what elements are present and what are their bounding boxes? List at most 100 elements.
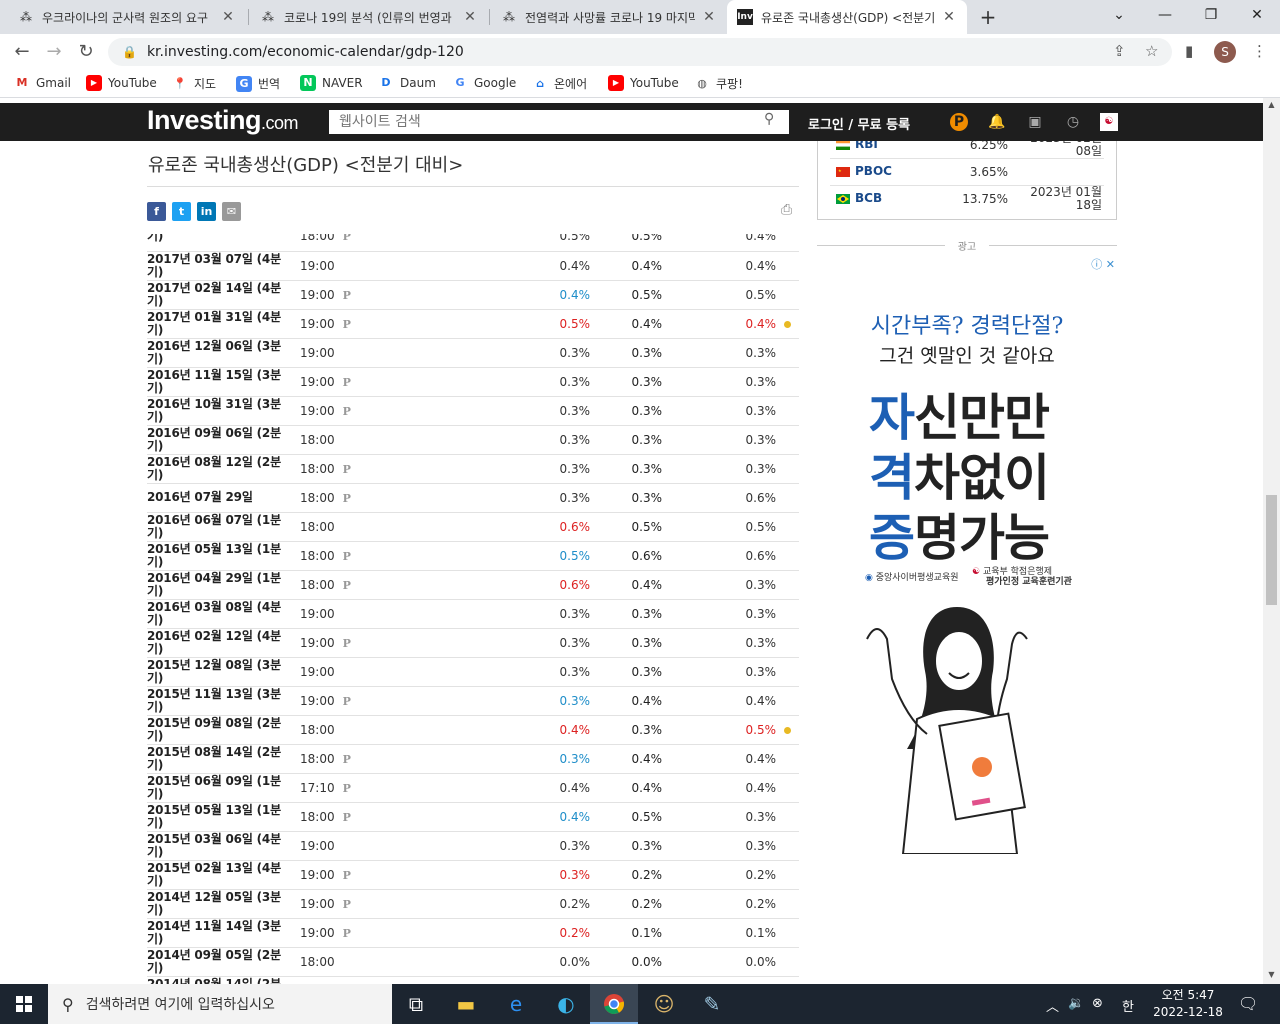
volume-icon[interactable]: 🔉 bbox=[1068, 996, 1084, 1011]
tray-chevron-up-icon[interactable]: ︿ bbox=[1046, 996, 1059, 1015]
bookmark-daum[interactable]: D Daum bbox=[378, 75, 435, 91]
bookmark-translate[interactable]: G 번역 bbox=[236, 75, 280, 92]
side-panel-icon[interactable]: ▮ bbox=[1185, 42, 1193, 60]
browser-tab-1[interactable]: ⁂ 우크라이나의 군사력 원조의 요구 ✕ bbox=[8, 0, 246, 34]
scroll-down-arrow-icon[interactable]: ▼ bbox=[1263, 970, 1280, 979]
preliminary-icon[interactable]: P bbox=[343, 550, 351, 563]
share-page-icon[interactable]: ⇪ bbox=[1113, 42, 1126, 60]
minimize-button[interactable]: — bbox=[1142, 0, 1188, 30]
tab-close-icon[interactable]: ✕ bbox=[941, 9, 957, 25]
back-arrow-icon[interactable]: ← bbox=[10, 40, 34, 64]
preliminary-icon[interactable]: P bbox=[343, 376, 351, 389]
new-tab-button[interactable]: + bbox=[976, 5, 1000, 29]
preliminary-icon[interactable]: P bbox=[343, 463, 351, 476]
windows-start-icon[interactable] bbox=[0, 984, 48, 1024]
close-window-button[interactable]: ✕ bbox=[1234, 0, 1280, 30]
ad-info-close-icon[interactable]: ⓘ ✕ bbox=[1091, 256, 1115, 272]
linkedin-share-icon[interactable]: in bbox=[197, 202, 216, 221]
bookmark-naver[interactable]: N NAVER bbox=[300, 75, 363, 91]
app-owl-icon[interactable]: ☺ bbox=[640, 984, 688, 1024]
release-time: 18:00 bbox=[300, 809, 335, 824]
browser-tab-2[interactable]: ⁂ 코로나 19의 분석 (인류의 번영과 ✕ bbox=[250, 0, 488, 34]
scrollbar-thumb[interactable] bbox=[1266, 495, 1277, 605]
maximize-button[interactable]: ❐ bbox=[1188, 0, 1234, 30]
menu-kebab-icon[interactable]: ⋮ bbox=[1252, 42, 1267, 60]
preliminary-icon[interactable]: P bbox=[343, 695, 351, 708]
facebook-share-icon[interactable]: f bbox=[147, 202, 166, 221]
bookmark-onair[interactable]: ⌂ 온에어 bbox=[532, 75, 587, 92]
lock-icon[interactable]: 🔒 bbox=[122, 45, 137, 59]
revised-dot-icon[interactable] bbox=[784, 726, 791, 734]
preliminary-icon[interactable]: P bbox=[343, 927, 351, 940]
history-row: 2016년 11월 15일 (3분기) 19:00 P 0.3% 0.3% 0.3% bbox=[147, 367, 799, 396]
notifications-icon[interactable]: 🗨 bbox=[1238, 994, 1258, 1013]
taskbar-clock[interactable]: 오전 5:47 2022-12-18 bbox=[1146, 987, 1230, 1021]
tab-search-chevron-icon[interactable]: ⌄ bbox=[1096, 0, 1142, 30]
page-scrollbar[interactable]: ▲ ▼ bbox=[1263, 98, 1280, 984]
site-search-input[interactable] bbox=[329, 110, 789, 134]
release-date: 기) bbox=[147, 234, 164, 243]
tab-close-icon[interactable]: ✕ bbox=[701, 9, 717, 25]
edge-icon[interactable]: ◐ bbox=[542, 984, 590, 1024]
bank-name[interactable]: PBOC bbox=[855, 164, 892, 178]
bank-name[interactable]: BCB bbox=[855, 191, 882, 205]
release-date: 2017년 02월 14일 (4분기) bbox=[147, 280, 281, 308]
network-icon[interactable]: ⊗ bbox=[1092, 996, 1103, 1011]
ime-indicator[interactable]: 한 bbox=[1122, 996, 1134, 1015]
login-register-link[interactable]: 로그인 / 무료 등록 bbox=[808, 114, 910, 133]
tab-close-icon[interactable]: ✕ bbox=[220, 9, 236, 25]
forecast-value: 0.4% bbox=[631, 751, 663, 766]
profile-avatar[interactable]: S bbox=[1214, 41, 1236, 63]
preliminary-icon[interactable]: P bbox=[343, 318, 351, 331]
clock-icon[interactable]: ◷ bbox=[1064, 113, 1082, 131]
preliminary-icon[interactable]: P bbox=[343, 289, 351, 302]
bookmark-maps[interactable]: 📍 지도 bbox=[172, 75, 216, 92]
email-share-icon[interactable]: ✉ bbox=[222, 202, 241, 221]
address-bar[interactable]: 🔒 kr.investing.com/economic-calendar/gdp… bbox=[108, 38, 1172, 66]
bank-name[interactable]: RBI bbox=[855, 141, 878, 151]
investing-logo[interactable]: Investing.com bbox=[147, 105, 299, 136]
central-bank-row[interactable]: RBI 6.25% 2023년 02월 08일 bbox=[830, 141, 1104, 159]
bell-icon[interactable]: 🔔 bbox=[988, 113, 1006, 131]
bookmark-youtube-2[interactable]: ▶ YouTube bbox=[608, 75, 679, 91]
print-icon[interactable]: ⎙ bbox=[781, 202, 792, 218]
revised-dot-icon[interactable] bbox=[784, 320, 791, 328]
bookmark-coupang[interactable]: ◍ 쿠팡! bbox=[694, 75, 743, 92]
scroll-up-arrow-icon[interactable]: ▲ bbox=[1263, 100, 1280, 109]
bookmark-star-icon[interactable]: ☆ bbox=[1145, 42, 1158, 60]
portfolio-icon[interactable]: ▣ bbox=[1026, 113, 1044, 131]
central-bank-row[interactable]: ★ PBOC 3.65% bbox=[830, 159, 1104, 186]
browser-tab-3[interactable]: ⁂ 전염력과 사망률 코로나 19 마지막 ✕ bbox=[491, 0, 727, 34]
forward-arrow-icon[interactable]: → bbox=[42, 40, 66, 64]
preliminary-icon[interactable]: P bbox=[343, 898, 351, 911]
central-bank-row[interactable]: BCB 13.75% 2023년 01월 18일 bbox=[830, 186, 1104, 213]
chrome-taskbar-icon[interactable] bbox=[590, 984, 638, 1024]
advertisement-banner[interactable]: ⓘ ✕ 시간부족? 경력단절? 그건 옛말인 것 같아요 자신만만 격차없이 증… bbox=[817, 254, 1117, 854]
browser-tab-active[interactable]: Inv 유로존 국내총생산(GDP) <전분기 ✕ bbox=[727, 0, 967, 34]
release-time-cell: 19:00 P bbox=[297, 309, 414, 338]
paint-icon[interactable]: ✎ bbox=[688, 984, 736, 1024]
bookmark-youtube[interactable]: ▶ YouTube bbox=[86, 75, 157, 91]
reload-icon[interactable]: ↻ bbox=[74, 40, 98, 64]
bookmark-gmail[interactable]: M Gmail bbox=[14, 75, 72, 91]
preliminary-icon[interactable]: P bbox=[343, 869, 351, 882]
korea-flag-icon[interactable]: ☯ bbox=[1100, 113, 1118, 131]
bookmark-google[interactable]: G Google bbox=[452, 75, 516, 91]
file-explorer-icon[interactable]: ▬ bbox=[442, 984, 490, 1024]
preliminary-icon[interactable]: P bbox=[343, 579, 351, 592]
taskbar-search-box[interactable]: ⚲ 검색하려면 여기에 입력하십시오 bbox=[48, 984, 392, 1024]
preliminary-icon[interactable]: P bbox=[343, 637, 351, 650]
preliminary-icon[interactable]: P bbox=[343, 811, 351, 824]
revision-cell bbox=[776, 860, 799, 889]
task-view-icon[interactable]: ⧉ bbox=[392, 984, 440, 1024]
preliminary-icon[interactable]: P bbox=[343, 492, 351, 505]
preliminary-icon[interactable]: P bbox=[343, 753, 351, 766]
preliminary-icon[interactable]: P bbox=[343, 782, 351, 795]
preliminary-icon[interactable]: P bbox=[343, 234, 351, 243]
preliminary-icon[interactable]: P bbox=[343, 405, 351, 418]
tab-close-icon[interactable]: ✕ bbox=[462, 9, 478, 25]
twitter-share-icon[interactable]: t bbox=[172, 202, 191, 221]
search-icon[interactable]: ⚲ bbox=[764, 111, 774, 127]
pro-icon[interactable]: P bbox=[950, 113, 968, 131]
internet-explorer-icon[interactable]: e bbox=[492, 984, 540, 1024]
